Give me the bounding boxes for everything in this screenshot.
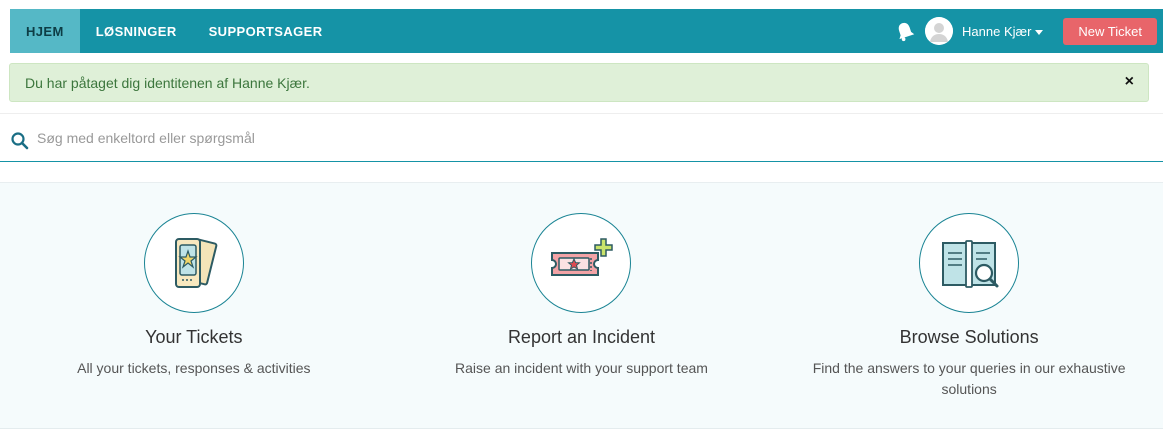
top-navigation: HJEM LØSNINGER SUPPORTSAGER Hanne Kjær N…	[10, 9, 1163, 53]
nav-item-hjem[interactable]: HJEM	[10, 9, 80, 53]
report-incident-icon[interactable]	[531, 213, 632, 313]
card-browse-solutions[interactable]: Browse Solutions Find the answers to you…	[775, 183, 1163, 428]
card-description: All your tickets, responses & activities	[77, 360, 311, 376]
bell-icon[interactable]	[893, 19, 917, 43]
card-description: Raise an incident with your support team	[455, 360, 708, 376]
user-menu-chevron-down-icon[interactable]	[1035, 29, 1044, 35]
avatar[interactable]	[925, 17, 954, 45]
card-description: Find the answers to your queries in our …	[812, 360, 1126, 397]
user-name[interactable]: Hanne Kjær	[962, 24, 1031, 39]
alert-message: Du har påtaget dig identitenen af Hanne …	[25, 74, 310, 91]
card-title[interactable]: Your Tickets	[145, 327, 242, 348]
card-report-incident[interactable]: Report an Incident Raise an incident wit…	[388, 183, 776, 428]
alert-close-button[interactable]: ×	[1125, 73, 1134, 91]
nav-item-losninger[interactable]: LØSNINGER	[80, 9, 193, 53]
portal-cards: Your Tickets All your tickets, responses…	[0, 183, 1163, 429]
search-bar	[0, 113, 1163, 162]
card-your-tickets[interactable]: Your Tickets All your tickets, responses…	[0, 183, 388, 428]
new-ticket-button[interactable]: New Ticket	[1063, 17, 1157, 45]
nav-right: Hanne Kjær New Ticket	[893, 9, 1163, 53]
tickets-icon[interactable]	[143, 213, 244, 313]
card-title[interactable]: Browse Solutions	[900, 327, 1039, 348]
nav-item-supportsager[interactable]: SUPPORTSAGER	[193, 9, 339, 53]
search-icon	[10, 131, 30, 151]
browse-solutions-icon[interactable]	[919, 213, 1020, 313]
identity-alert: Du har påtaget dig identitenen af Hanne …	[9, 63, 1149, 102]
page: HJEM LØSNINGER SUPPORTSAGER Hanne Kjær N…	[0, 0, 1163, 445]
search-input[interactable]	[37, 129, 937, 146]
card-title[interactable]: Report an Incident	[508, 327, 655, 348]
